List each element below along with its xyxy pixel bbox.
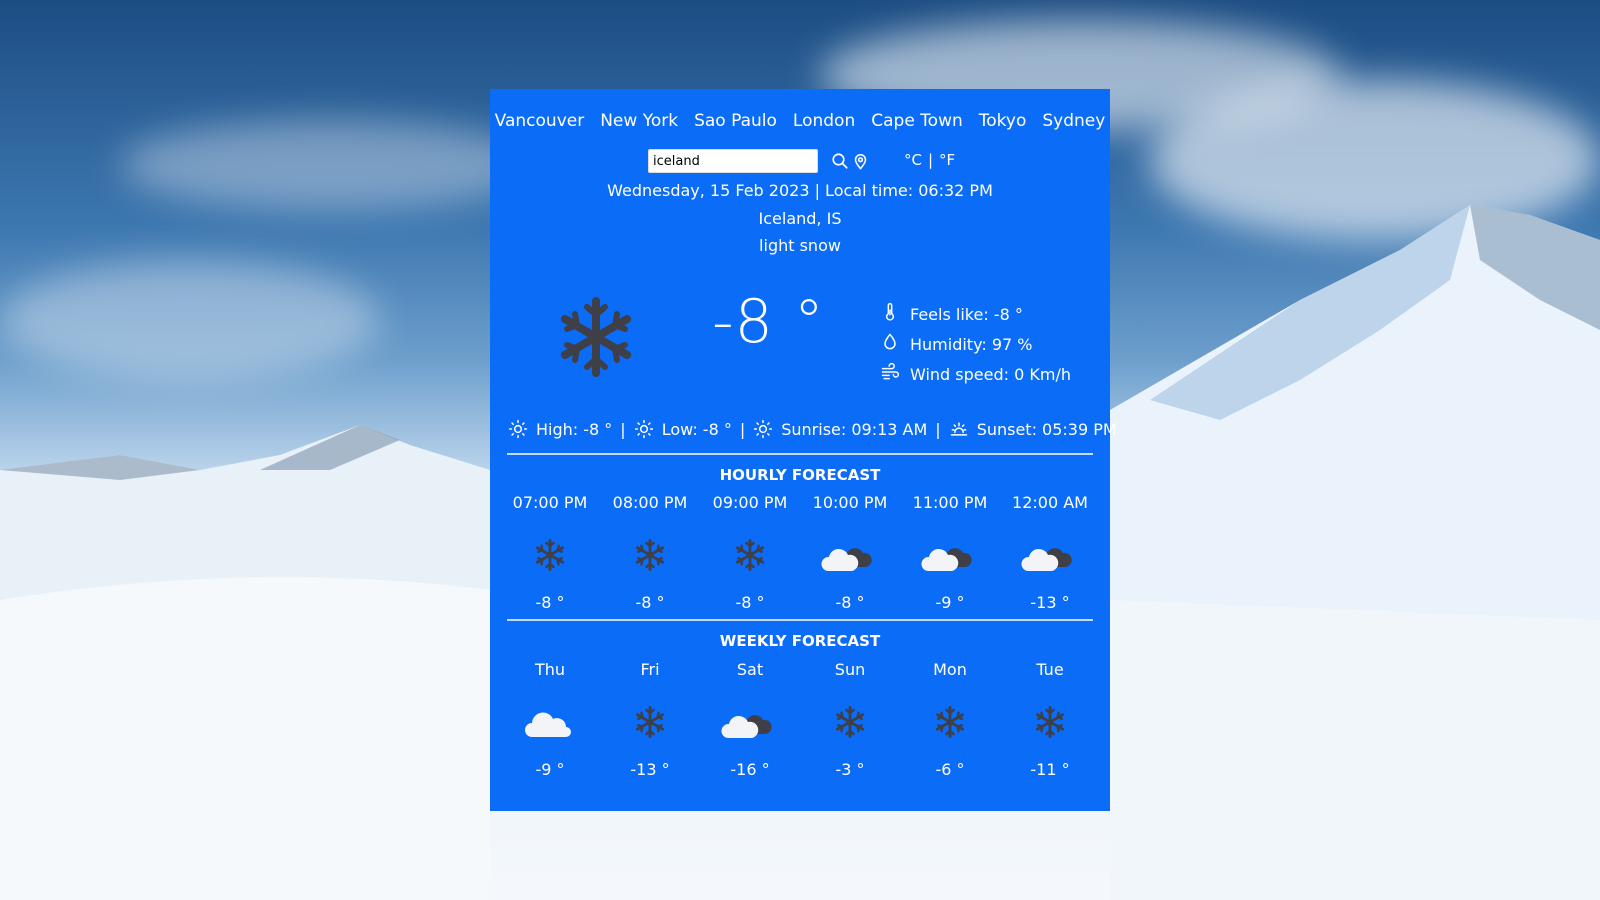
city-link-london[interactable]: London — [793, 111, 855, 131]
celsius-button[interactable]: °C — [904, 151, 922, 169]
current-details: Feels like: -8 ° Humidity: 97 % Wind spe… — [880, 299, 1071, 389]
hourly-temp: -9 ° — [935, 593, 965, 612]
clouds-icon — [900, 525, 1000, 585]
humidity-text: Humidity: 97 % — [910, 334, 1033, 354]
weekly-item: Sat -16 ° — [700, 660, 800, 779]
divider — [507, 619, 1093, 621]
hourly-temp: -8 ° — [735, 593, 765, 612]
divider — [507, 453, 1093, 455]
weekly-temp: -11 ° — [1030, 760, 1070, 779]
weekly-temp: -6 ° — [935, 760, 965, 779]
feels-like-text: Feels like: -8 ° — [910, 304, 1023, 324]
weekly-label: Thu — [534, 660, 566, 679]
weekly-temp: -9 ° — [535, 760, 565, 779]
weekly-label: Tue — [1036, 660, 1064, 679]
weekly-label: Mon — [933, 660, 967, 679]
hourly-item: 08:00 PM -8 ° — [600, 493, 700, 612]
weekly-item: Thu -9 ° — [500, 660, 600, 779]
hourly-temp: -13 ° — [1030, 593, 1070, 612]
snowflake-icon — [700, 525, 800, 585]
hourly-label: 09:00 PM — [712, 493, 788, 512]
city-link-vancouver[interactable]: Vancouver — [495, 111, 585, 131]
hourly-label: 07:00 PM — [512, 493, 588, 512]
city-link-sao-paulo[interactable]: Sao Paulo — [694, 111, 777, 131]
snowflake-icon — [1000, 692, 1100, 752]
wind-speed-text: Wind speed: 0 Km/h — [910, 364, 1071, 384]
sunrise-text: Sunrise: 09:13 AM — [781, 419, 928, 439]
search-input[interactable] — [648, 149, 818, 173]
weekly-item: Sun -3 ° — [800, 660, 900, 779]
sunrise-icon — [754, 419, 773, 439]
weekly-temp: -3 ° — [835, 760, 865, 779]
location-pin-icon[interactable] — [850, 151, 870, 171]
wind-icon — [880, 362, 900, 386]
hourly-label: 08:00 PM — [612, 493, 688, 512]
hourly-forecast: 07:00 PM -8 ° 08:00 PM -8 ° 09:00 PM -8 ° 10:0… — [500, 493, 1100, 612]
hourly-temp: -8 ° — [535, 593, 565, 612]
weekly-label: Sat — [736, 660, 764, 679]
weekly-temp: -13 ° — [630, 760, 670, 779]
snowflake-icon — [900, 692, 1000, 752]
hourly-label: 11:00 PM — [912, 493, 988, 512]
summary-separator: | — [935, 419, 941, 439]
sun-icon — [634, 419, 653, 439]
hourly-label: 12:00 AM — [1012, 493, 1088, 512]
sun-icon — [508, 419, 528, 439]
weekly-item: Mon -6 ° — [900, 660, 1000, 779]
clouds-icon — [800, 525, 900, 585]
daily-summary: High: -8 ° | Low: -8 ° | Sunrise: 09:13 … — [508, 419, 1117, 439]
city-nav: Vancouver New York Sao Paulo London Cape… — [490, 111, 1110, 131]
hourly-item: 10:00 PM -8 ° — [800, 493, 900, 612]
weather-card: Vancouver New York Sao Paulo London Cape… — [490, 89, 1117, 811]
city-link-new-york[interactable]: New York — [600, 111, 678, 131]
condition-text: light snow — [759, 236, 841, 255]
city-link-cape-town[interactable]: Cape Town — [871, 111, 963, 131]
weekly-temp: -16 ° — [730, 760, 770, 779]
weekly-forecast: Thu -9 ° Fri -13 ° Sat -16 ° Sun -3 ° Mon -6 ° Tue… — [500, 660, 1100, 779]
summary-separator: | — [739, 419, 746, 439]
snowflake-icon — [800, 692, 900, 752]
low-temp-text: Low: -8 ° — [661, 419, 732, 439]
weekly-forecast-title: WEEKLY FORECAST — [719, 632, 881, 650]
weekly-label: Sun — [834, 660, 866, 679]
droplet-icon — [880, 332, 900, 356]
hourly-temp: -8 ° — [835, 593, 865, 612]
hourly-forecast-title: HOURLY FORECAST — [719, 466, 881, 484]
sunset-text: Sunset: 05:39 PM — [976, 419, 1117, 439]
hourly-item: 09:00 PM -8 ° — [700, 493, 800, 612]
clouds-icon — [700, 692, 800, 752]
summary-separator: | — [620, 419, 626, 439]
snowflake-icon — [554, 295, 638, 379]
location-name: Iceland, IS — [758, 209, 842, 228]
hourly-label: 10:00 PM — [812, 493, 888, 512]
hourly-item: 11:00 PM -9 ° — [900, 493, 1000, 612]
high-temp-text: High: -8 ° — [536, 419, 613, 439]
sunset-icon — [950, 422, 967, 436]
search-bar — [648, 149, 870, 173]
thermometer-icon — [880, 302, 900, 326]
hourly-item: 07:00 PM -8 ° — [500, 493, 600, 612]
cloud-icon — [500, 692, 600, 752]
fahrenheit-button[interactable]: °F — [939, 151, 955, 169]
unit-separator: | — [927, 151, 934, 169]
city-link-tokyo[interactable]: Tokyo — [979, 111, 1027, 131]
snowflake-icon — [600, 692, 700, 752]
hourly-item: 12:00 AM -13 ° — [1000, 493, 1100, 612]
search-icon[interactable] — [830, 151, 850, 171]
weekly-label: Fri — [640, 660, 660, 679]
snowflake-icon — [500, 525, 600, 585]
snowflake-icon — [600, 525, 700, 585]
city-link-sydney[interactable]: Sydney — [1042, 111, 1105, 131]
current-temperature: -8 ° — [712, 287, 825, 357]
weekly-item: Fri -13 ° — [600, 660, 700, 779]
weekly-item: Tue -11 ° — [1000, 660, 1100, 779]
hourly-temp: -8 ° — [635, 593, 665, 612]
date-time: Wednesday, 15 Feb 2023 | Local time: 06:… — [607, 181, 993, 200]
clouds-icon — [1000, 525, 1100, 585]
unit-toggle: °C | °F — [904, 151, 955, 169]
